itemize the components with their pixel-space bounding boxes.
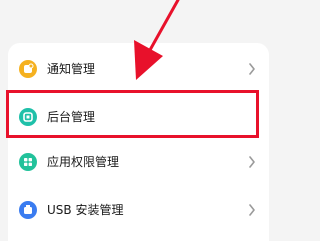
annotation-arrow-icon — [134, 0, 180, 80]
